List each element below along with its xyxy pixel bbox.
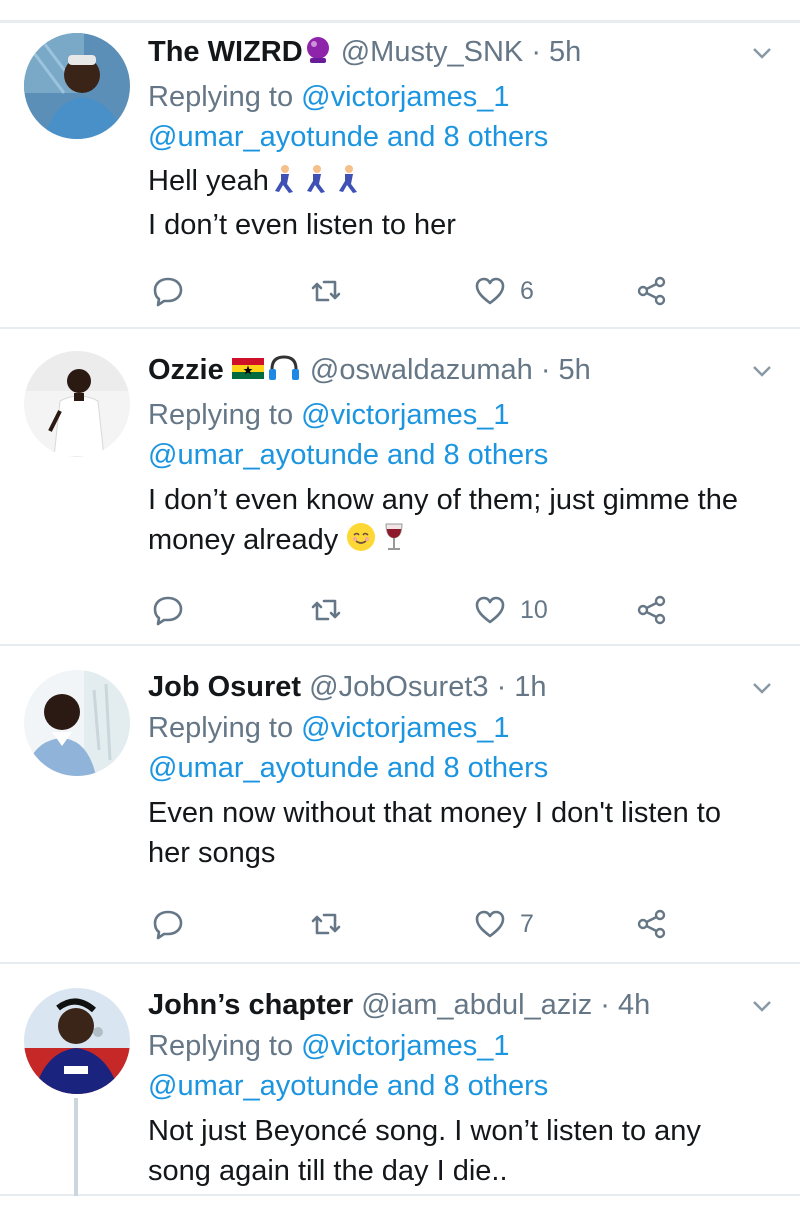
display-name[interactable]: Job Osuret [148,671,301,703]
reply-mention-link[interactable]: @victorjames_1 [301,81,509,113]
share-icon [637,276,666,306]
chevron-down-icon[interactable] [750,676,774,700]
handle[interactable]: @Musty_SNK [341,36,524,68]
replying-to-label: Replying to [148,1030,294,1062]
reply-button[interactable] [152,904,184,944]
tweet-item[interactable]: The WIZRD @Musty_SNK · 5h Replying to @v… [0,23,800,329]
thread-line [74,1098,78,1196]
retweet-button[interactable] [310,904,342,944]
like-count: 10 [520,595,548,624]
ghana-flag-headphones-emoji [231,353,302,393]
share-button[interactable] [636,271,668,311]
crystal-ball-emoji [303,35,333,75]
retweet-button[interactable] [310,590,342,630]
tweet-text-line: Not just Beyoncé song. I won’t listen to… [148,1115,701,1147]
display-name[interactable]: The WIZRD [148,36,303,68]
retweet-icon [311,280,341,302]
tweet-text-line: I don’t even listen to her [148,209,456,241]
like-button[interactable]: 10 [474,590,548,630]
reply-others-link[interactable]: @umar_ayotunde and 8 others [148,121,548,153]
replying-to-label: Replying to [148,399,294,431]
reply-others-link[interactable]: @umar_ayotunde and 8 others [148,752,548,784]
tweet-text-line: money already [148,524,339,556]
timestamp[interactable]: · 4h [600,989,650,1021]
display-name[interactable]: John’s chapter [148,989,353,1021]
tweet-text-line: song again till the day I die.. [148,1155,508,1187]
chevron-down-icon[interactable] [750,41,774,65]
like-count: 7 [520,909,534,938]
reply-others-link[interactable]: @umar_ayotunde and 8 others [148,1070,548,1102]
replying-to-label: Replying to [148,712,294,744]
tweet-item[interactable]: Job Osuret @JobOsuret3 · 1h Replying to … [0,646,800,964]
handle[interactable]: @iam_abdul_aziz [361,989,592,1021]
reply-icon [153,596,183,626]
reply-button[interactable] [152,271,184,311]
like-button[interactable]: 7 [474,904,534,944]
share-icon [637,595,666,625]
like-button[interactable]: 6 [474,271,534,311]
timestamp[interactable]: · 1h [497,671,547,703]
like-icon [475,910,505,938]
tweet-item[interactable]: John’s chapter @iam_abdul_aziz · 4h Repl… [0,964,800,1196]
like-icon [475,277,505,305]
like-icon [475,596,505,624]
tweet-text-line: Even now without that money I don't list… [148,797,721,829]
chevron-down-icon[interactable] [750,994,774,1018]
reply-button[interactable] [152,590,184,630]
avatar[interactable] [24,351,130,457]
reply-icon [153,277,183,307]
timestamp[interactable]: · 5h [531,36,581,68]
tweet-item[interactable]: Ozzie @oswaldazumah · 5h Replying to @vi… [0,329,800,646]
display-name[interactable]: Ozzie [148,354,224,386]
replying-to-label: Replying to [148,81,294,113]
like-count: 6 [520,276,534,305]
reply-mention-link[interactable]: @victorjames_1 [301,399,509,431]
retweet-button[interactable] [310,271,342,311]
avatar[interactable] [24,988,130,1094]
share-button[interactable] [636,904,668,944]
timestamp[interactable]: · 5h [541,354,591,386]
retweet-icon [311,913,341,935]
handle[interactable]: @oswaldazumah [310,354,533,386]
reply-mention-link[interactable]: @victorjames_1 [301,712,509,744]
retweet-icon [311,599,341,621]
handle[interactable]: @JobOsuret3 [309,671,488,703]
tweet-text-line: her songs [148,837,276,869]
reply-mention-link[interactable]: @victorjames_1 [301,1030,509,1062]
avatar[interactable] [24,670,130,776]
tweet-text-line: Hell yeah [148,165,269,197]
tweet-text-line: I don’t even know any of them; just gimm… [148,484,738,516]
reply-others-link[interactable]: @umar_ayotunde and 8 others [148,439,548,471]
chevron-down-icon[interactable] [750,359,774,383]
relieved-face-wine-emoji [346,521,410,564]
share-button[interactable] [636,590,668,630]
running-man-emoji [269,164,365,205]
avatar[interactable] [24,33,130,139]
share-icon [637,909,666,939]
reply-icon [153,910,183,940]
